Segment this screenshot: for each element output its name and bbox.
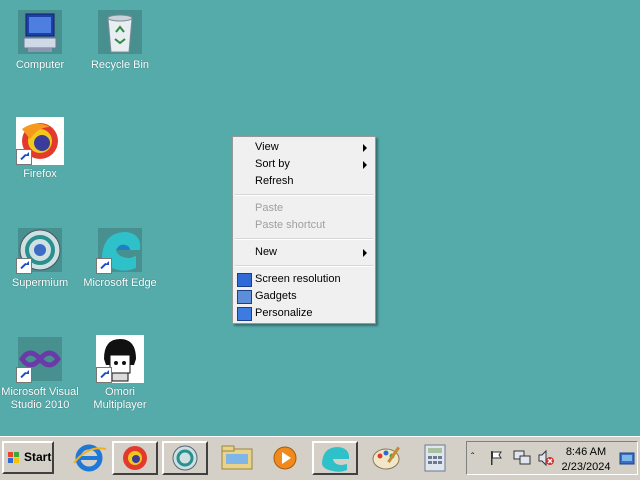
taskbar-paint[interactable] [364, 441, 410, 475]
menu-item-personalize[interactable]: Personalize [233, 305, 375, 322]
desktop-icon-firefox[interactable]: Firefox [0, 117, 80, 181]
clock[interactable]: 8:46 AM 2/23/2024 [561, 445, 611, 475]
calculator-icon [424, 444, 446, 472]
taskbar-internet-explorer[interactable] [66, 441, 112, 475]
taskbar-file-explorer[interactable] [214, 441, 260, 475]
supermium-icon [172, 445, 198, 471]
menu-item-gadgets[interactable]: Gadgets [233, 288, 375, 305]
menu-item-label: Sort by [255, 158, 290, 170]
taskbar-calculator[interactable] [412, 441, 458, 475]
desktop-icon-label: Microsoft Visual Studio 2010 [1, 386, 79, 411]
menu-item-label: New [255, 246, 278, 258]
menu-item-label: Gadgets [255, 290, 297, 302]
recycle-bin-icon [96, 8, 144, 56]
clock-time: 8:46 AM [565, 446, 607, 458]
taskbar-firefox[interactable] [112, 441, 158, 475]
computer-icon [16, 8, 64, 56]
desktop-context-menu: View Sort by Refresh Paste Paste shortcu… [232, 136, 376, 324]
internet-explorer-icon [73, 444, 107, 472]
menu-item-label: Refresh [255, 175, 294, 187]
menu-item-new[interactable]: New [233, 244, 375, 261]
show-hidden-icons-icon[interactable]: ˆ [471, 452, 474, 463]
clock-date: 2/23/2024 [561, 461, 611, 473]
menu-item-screen-resolution[interactable]: Screen resolution [233, 271, 375, 288]
desktop-icon-label: Computer [15, 59, 65, 71]
display-icon [237, 273, 252, 287]
desktop-icon-label: Microsoft Edge [83, 277, 157, 289]
desktop-icon-label: Supermium [11, 277, 69, 289]
shortcut-arrow-icon [96, 258, 112, 274]
gadgets-icon [237, 290, 252, 304]
shortcut-arrow-icon [16, 367, 32, 383]
desktop-icon-supermium[interactable]: Supermium [0, 226, 80, 290]
media-player-icon [273, 446, 297, 470]
menu-item-label: View [255, 141, 279, 153]
network-icon[interactable] [513, 449, 531, 467]
shortcut-arrow-icon [16, 258, 32, 274]
desktop-icon-recycle-bin[interactable]: Recycle Bin [80, 8, 160, 72]
visual-studio-icon [16, 335, 64, 383]
shortcut-arrow-icon [16, 149, 32, 165]
menu-separator [235, 194, 373, 196]
menu-item-sort-by[interactable]: Sort by [233, 156, 375, 173]
firefox-icon [16, 117, 64, 165]
menu-item-paste-shortcut[interactable]: Paste shortcut [233, 217, 375, 234]
menu-item-label: Personalize [255, 307, 313, 319]
start-button[interactable]: Start [2, 441, 54, 474]
omori-icon [96, 335, 144, 383]
notification-area: ˆ 8:46 AM 2/23/2024 [466, 441, 638, 475]
desktop-icon-label: Omori Multiplayer [93, 386, 147, 411]
desktop-icon-label: Firefox [23, 168, 57, 180]
menu-item-label: Screen resolution [255, 273, 341, 285]
paint-icon [372, 446, 400, 470]
file-explorer-icon [221, 445, 253, 470]
edge-icon [322, 447, 350, 472]
desktop-icon-label: Recycle Bin [90, 59, 150, 71]
desktop-icon-computer[interactable]: Computer [0, 8, 80, 72]
submenu-arrow-icon [363, 249, 367, 257]
desktop-icon-visual-studio[interactable]: Microsoft Visual Studio 2010 [0, 335, 80, 412]
submenu-arrow-icon [363, 144, 367, 152]
menu-item-label: Paste shortcut [255, 219, 326, 231]
start-label: Start [24, 450, 52, 464]
submenu-arrow-icon [363, 161, 367, 169]
menu-item-view[interactable]: View [233, 139, 375, 156]
firefox-icon [123, 446, 147, 470]
menu-item-refresh[interactable]: Refresh [233, 173, 375, 190]
menu-item-paste[interactable]: Paste [233, 200, 375, 217]
volume-muted-icon[interactable] [537, 449, 555, 467]
menu-separator [235, 238, 373, 240]
personalize-icon [237, 307, 252, 321]
taskbar: Start ˆ 8:46 AM 2/23/2024 [0, 436, 640, 480]
taskbar-media-player[interactable] [262, 441, 308, 475]
menu-item-label: Paste [255, 202, 284, 214]
taskbar-supermium[interactable] [162, 441, 208, 475]
taskbar-edge[interactable] [312, 441, 358, 475]
desktop-icon-omori-multiplayer[interactable]: Omori Multiplayer [80, 335, 160, 412]
desktop-icon[interactable] [619, 452, 635, 466]
windows-logo-icon [8, 452, 20, 464]
menu-separator [235, 265, 373, 267]
supermium-icon [16, 226, 64, 274]
desktop-icon-microsoft-edge[interactable]: Microsoft Edge [80, 226, 160, 290]
action-center-flag-icon[interactable] [489, 450, 503, 466]
shortcut-arrow-icon [96, 367, 112, 383]
edge-icon [96, 226, 144, 274]
